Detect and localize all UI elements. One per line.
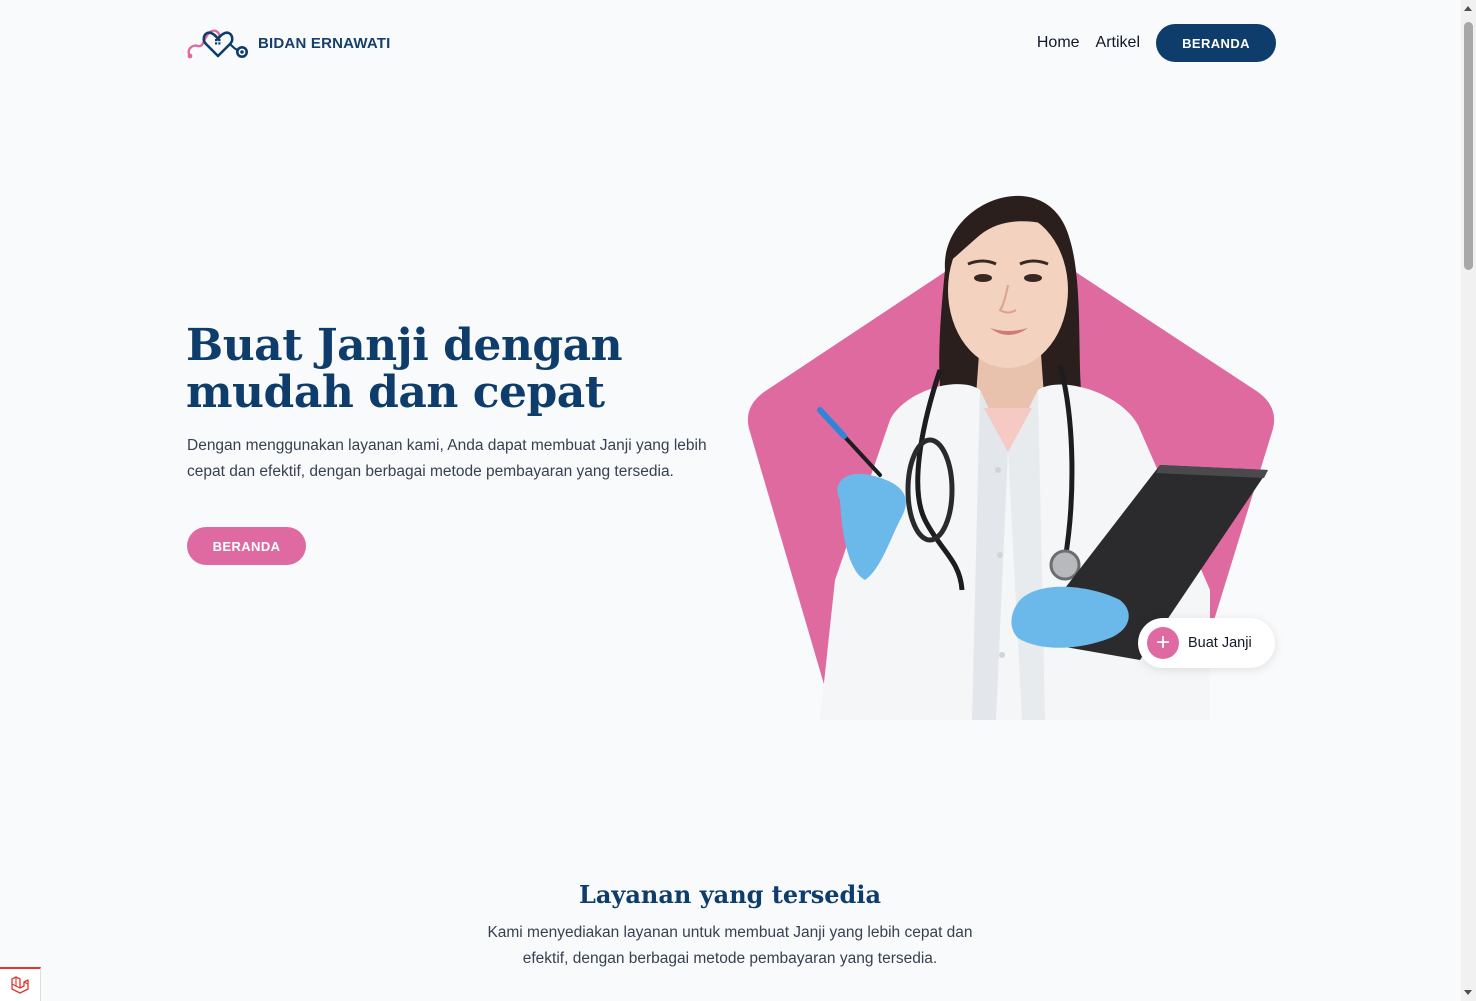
scroll-up-icon[interactable] [1464, 6, 1472, 11]
heart-stethoscope-logo-icon [187, 29, 248, 59]
buat-janji-label: Buat Janji [1188, 635, 1252, 651]
hero-beranda-button[interactable]: BERANDA [187, 527, 306, 565]
scroll-down-icon[interactable] [1464, 990, 1472, 995]
nav-menu: Home Artikel BERANDA [1037, 24, 1276, 62]
laravel-debugbar-toggle[interactable] [0, 967, 41, 1001]
page-scrollbar[interactable] [1461, 0, 1476, 1001]
nav-beranda-button[interactable]: BERANDA [1156, 24, 1276, 62]
scrollbar-thumb[interactable] [1464, 22, 1473, 270]
brand-name: BIDAN ERNAWATI [258, 34, 391, 52]
hero-title: Buat Janji dengan mudah dan cepat [186, 322, 726, 416]
nav-link-home[interactable]: Home [1037, 34, 1080, 52]
laravel-icon [11, 976, 29, 994]
services-title: Layanan yang tersedia [578, 880, 882, 909]
hero-title-line-1: Buat Janji dengan [186, 320, 623, 371]
plus-icon: + [1147, 627, 1179, 659]
hero-description: Dengan menggunakan layanan kami, Anda da… [187, 437, 707, 480]
navbar: BIDAN ERNAWATI Home Artikel BERANDA [186, 22, 1276, 64]
page: BIDAN ERNAWATI Home Artikel BERANDA Buat… [0, 0, 1476, 1001]
brand[interactable]: BIDAN ERNAWATI [186, 26, 391, 60]
hero-title-line-2: mudah dan cepat [186, 367, 605, 418]
services-description: Kami menyediakan layanan untuk membuat J… [487, 924, 973, 967]
buat-janji-card[interactable]: + Buat Janji [1138, 618, 1275, 668]
nav-link-artikel[interactable]: Artikel [1096, 34, 1140, 52]
